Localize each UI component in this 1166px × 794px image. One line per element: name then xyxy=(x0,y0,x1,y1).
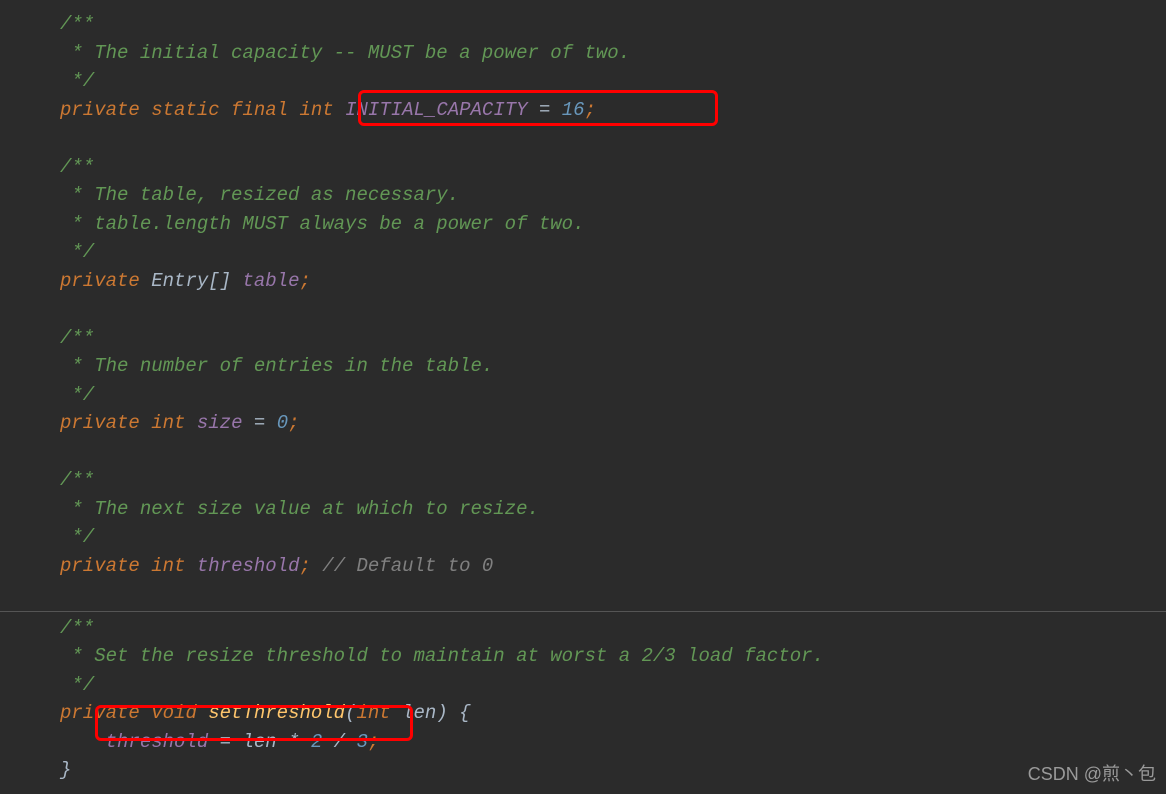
code-line: /** xyxy=(60,153,1166,182)
code-line: } xyxy=(60,756,1166,785)
section-separator xyxy=(0,611,1166,612)
code-line xyxy=(60,580,1166,609)
code-line: */ xyxy=(60,523,1166,552)
code-line xyxy=(60,124,1166,153)
code-line: threshold = len * 2 / 3; xyxy=(60,728,1166,757)
code-line: */ xyxy=(60,381,1166,410)
code-line: /** xyxy=(60,466,1166,495)
code-line xyxy=(60,295,1166,324)
code-line: /** xyxy=(60,10,1166,39)
code-line: private Entry[] table; xyxy=(60,267,1166,296)
code-line: */ xyxy=(60,67,1166,96)
code-line: * The next size value at which to resize… xyxy=(60,495,1166,524)
code-line: /** xyxy=(60,614,1166,643)
code-line: * Set the resize threshold to maintain a… xyxy=(60,642,1166,671)
code-line: private int threshold; // Default to 0 xyxy=(60,552,1166,581)
code-line: * The initial capacity -- MUST be a powe… xyxy=(60,39,1166,68)
code-line: * The number of entries in the table. xyxy=(60,352,1166,381)
code-line xyxy=(60,438,1166,467)
code-line: */ xyxy=(60,671,1166,700)
code-line: private int size = 0; xyxy=(60,409,1166,438)
code-line: private void setThreshold(int len) { xyxy=(60,699,1166,728)
code-line: private static final int INITIAL_CAPACIT… xyxy=(60,96,1166,125)
code-line: /** xyxy=(60,324,1166,353)
code-line: * table.length MUST always be a power of… xyxy=(60,210,1166,239)
code-line: */ xyxy=(60,238,1166,267)
code-editor[interactable]: /** * The initial capacity -- MUST be a … xyxy=(0,0,1166,785)
watermark: CSDN @煎丶包 xyxy=(1028,761,1156,788)
code-line: * The table, resized as necessary. xyxy=(60,181,1166,210)
